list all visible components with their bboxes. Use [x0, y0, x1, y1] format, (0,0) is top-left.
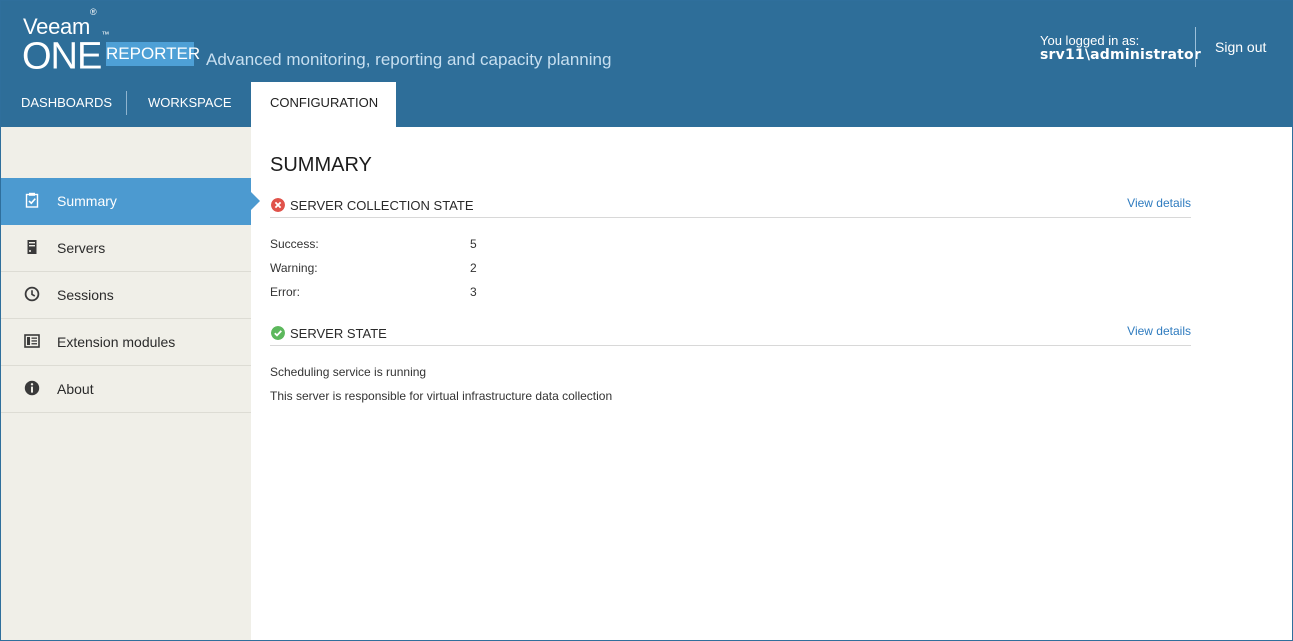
sidebar-item-extension-modules[interactable]: Extension modules: [1, 319, 251, 366]
collection-state-header: SERVER COLLECTION STATE View details: [270, 196, 1191, 218]
warning-label: Warning:: [270, 261, 318, 275]
server-state-header: SERVER STATE View details: [270, 324, 1191, 346]
clock-icon: [24, 286, 40, 302]
main-content: SUMMARY SERVER COLLECTION STATE View det…: [251, 127, 1292, 640]
app-window: Veeam® ONE™ REPORTER Advanced monitoring…: [0, 0, 1293, 641]
info-icon: [24, 380, 40, 396]
sidebar-item-sessions[interactable]: Sessions: [1, 272, 251, 319]
sidebar-item-label: Summary: [57, 193, 117, 209]
sidebar-item-label: Sessions: [57, 287, 114, 303]
login-user: srv11\administrator: [1040, 47, 1201, 63]
page-title: SUMMARY: [270, 154, 372, 176]
section-title: SERVER COLLECTION STATE: [290, 198, 474, 213]
section-title: SERVER STATE: [290, 326, 387, 341]
view-details-link[interactable]: View details: [1127, 196, 1191, 210]
sidebar-item-servers[interactable]: Servers: [1, 225, 251, 272]
status-line: This server is responsible for virtual i…: [270, 389, 613, 403]
error-value: 3: [470, 285, 477, 299]
nav-divider: [126, 91, 127, 115]
sidebar-item-label: Servers: [57, 240, 106, 256]
header: Veeam® ONE™ REPORTER Advanced monitoring…: [1, 1, 1292, 127]
status-line: Scheduling service is running: [270, 365, 427, 379]
sidebar-item-about[interactable]: About: [1, 366, 251, 413]
tab-configuration[interactable]: CONFIGURATION: [251, 82, 396, 127]
brand-one: ONE™: [22, 30, 110, 78]
clipboard-check-icon: [25, 192, 39, 208]
error-status-icon: [271, 198, 285, 212]
module-icon: [24, 334, 40, 348]
server-icon: [27, 240, 37, 254]
tab-workspace[interactable]: WORKSPACE: [148, 82, 244, 127]
sidebar-item-summary[interactable]: Summary: [1, 178, 260, 225]
ok-status-icon: [271, 326, 285, 340]
tagline: Advanced monitoring, reporting and capac…: [206, 50, 612, 69]
success-value: 5: [470, 237, 477, 251]
error-label: Error:: [270, 285, 300, 299]
tab-dashboards[interactable]: DASHBOARDS: [21, 82, 121, 127]
product-badge: REPORTER: [106, 42, 200, 66]
sidebar-item-label: About: [57, 381, 94, 397]
success-label: Success:: [270, 237, 319, 251]
sign-out-link[interactable]: Sign out: [1215, 39, 1266, 55]
warning-value: 2: [470, 261, 477, 275]
header-divider: [1195, 27, 1196, 67]
sidebar-item-label: Extension modules: [57, 334, 176, 350]
sidebar: Summary Servers Sessions Extension modul…: [1, 127, 260, 640]
view-details-link[interactable]: View details: [1127, 324, 1191, 338]
login-label: You logged in as:: [1040, 33, 1140, 48]
